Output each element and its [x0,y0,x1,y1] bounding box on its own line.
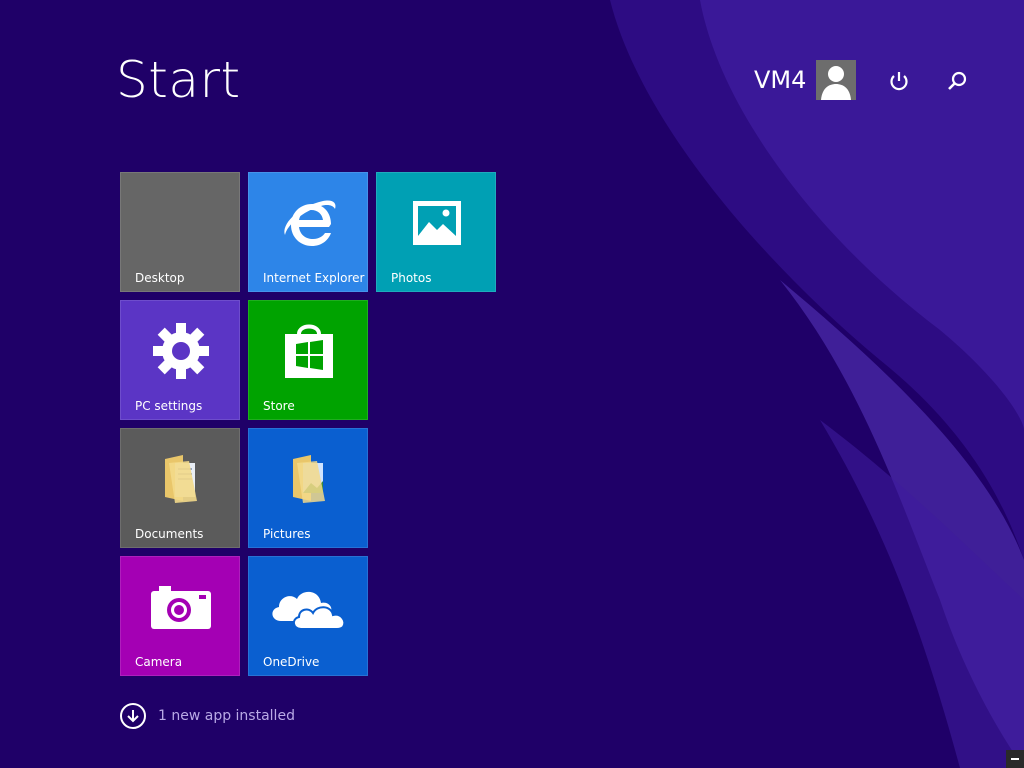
power-icon [890,72,908,91]
photos-icon [413,201,461,245]
search-button[interactable] [942,66,972,96]
download-arrow-icon [120,703,146,729]
tile-onedrive[interactable]: OneDrive [248,556,368,676]
tile-documents[interactable]: Documents [120,428,240,548]
tile-label: Desktop [135,271,185,285]
power-button[interactable] [884,66,914,96]
tile-label: Photos [391,271,432,285]
tile-store[interactable]: Store [248,300,368,420]
user-silhouette-icon [816,60,857,100]
user-name: VM4 [754,66,807,94]
zoom-out-button[interactable] [1006,750,1024,768]
tile-desktop[interactable]: Desktop [120,172,240,292]
tile-photos[interactable]: Photos [376,172,496,292]
ie-icon [284,200,336,246]
search-icon [948,71,967,90]
tile-pc-settings[interactable]: PC settings [120,300,240,420]
tile-label: Camera [135,655,183,669]
tile-label: Store [263,399,295,413]
tile-label: Pictures [263,527,311,541]
tile-label: OneDrive [263,655,320,669]
tile-label: PC settings [135,399,203,413]
minus-icon [1011,758,1019,760]
tile-internet-explorer[interactable]: Internet Explorer [248,172,368,292]
tile-label: Documents [135,527,204,541]
start-title: Start [116,51,241,109]
notice-text: 1 new app installed [158,708,295,724]
documents-folder-icon [165,455,197,503]
camera-icon [151,586,211,629]
pictures-folder-icon [293,455,325,503]
store-bag-icon [285,324,333,378]
new-app-notice[interactable]: 1 new app installed [120,701,295,731]
user-account[interactable]: VM4 [754,60,857,100]
tile-camera[interactable]: Camera [120,556,240,676]
cloud-icon [272,591,346,630]
tile-pictures[interactable]: Pictures [248,428,368,548]
gear-icon [153,323,209,379]
tile-label: Internet Explorer [263,271,365,285]
